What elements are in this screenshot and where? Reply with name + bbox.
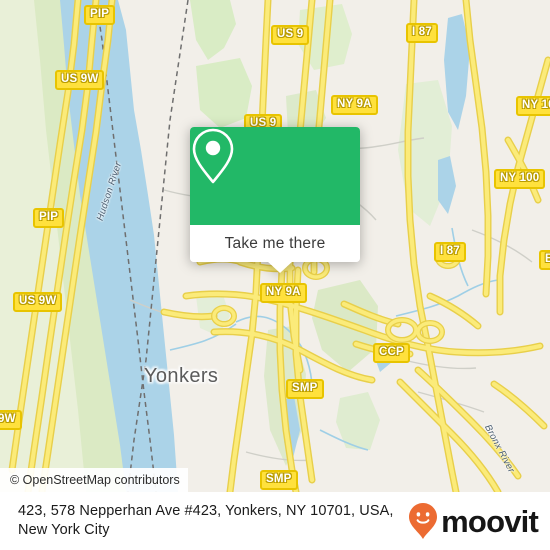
road-shield-pip[interactable]: PIP — [33, 208, 65, 228]
road-shield-smp[interactable]: SMP — [286, 379, 324, 399]
road-shield-ny-100[interactable]: NY 100 — [516, 96, 550, 116]
road-shield-ny-9a[interactable]: NY 9A — [260, 283, 307, 303]
popup-body: Take me there — [190, 127, 360, 262]
moovit-wordmark: moovit — [441, 503, 539, 539]
location-popup[interactable]: Take me there — [190, 127, 360, 273]
attribution-text: © OpenStreetMap contributors — [10, 473, 180, 487]
address-text: 423, 578 Nepperhan Ave #423, Yonkers, NY… — [18, 503, 394, 538]
road-shield-ccp[interactable]: CCP — [373, 343, 410, 363]
moovit-pin-smiley-icon — [409, 503, 438, 539]
road-shield-smp[interactable]: SMP — [260, 470, 298, 490]
map-screenshot: Yonkers Hudson River Bronx River PIP US … — [0, 0, 550, 550]
popup-header — [190, 127, 360, 225]
moovit-brand[interactable]: moovit — [408, 502, 539, 540]
road-shield-ny-9a[interactable]: NY 9A — [331, 95, 378, 115]
map-attribution[interactable]: © OpenStreetMap contributors — [0, 468, 188, 492]
popup-action-bar[interactable]: Take me there — [190, 225, 360, 262]
footer-bar: 423, 578 Nepperhan Ave #423, Yonkers, NY… — [0, 492, 550, 550]
take-me-there-label: Take me there — [224, 234, 326, 252]
road-shield-pip[interactable]: PIP — [84, 5, 116, 25]
road-shield-us-9w[interactable]: US 9W — [13, 292, 63, 312]
place-label-yonkers: Yonkers — [144, 365, 219, 387]
map-canvas[interactable]: Yonkers Hudson River Bronx River PIP US … — [0, 0, 550, 492]
road-shield-i-87[interactable]: I 87 — [434, 242, 466, 262]
road-shield-i-87[interactable]: I 87 — [406, 23, 438, 43]
road-shield-b[interactable]: B — [539, 250, 550, 270]
road-shield-9w[interactable]: 9W — [0, 410, 22, 430]
map-pin-icon — [192, 128, 234, 184]
road-shield-us-9w[interactable]: US 9W — [55, 70, 105, 90]
road-shield-us-9[interactable]: US 9 — [271, 25, 310, 45]
road-shield-ny-100[interactable]: NY 100 — [494, 169, 546, 189]
popup-tail — [267, 261, 293, 273]
